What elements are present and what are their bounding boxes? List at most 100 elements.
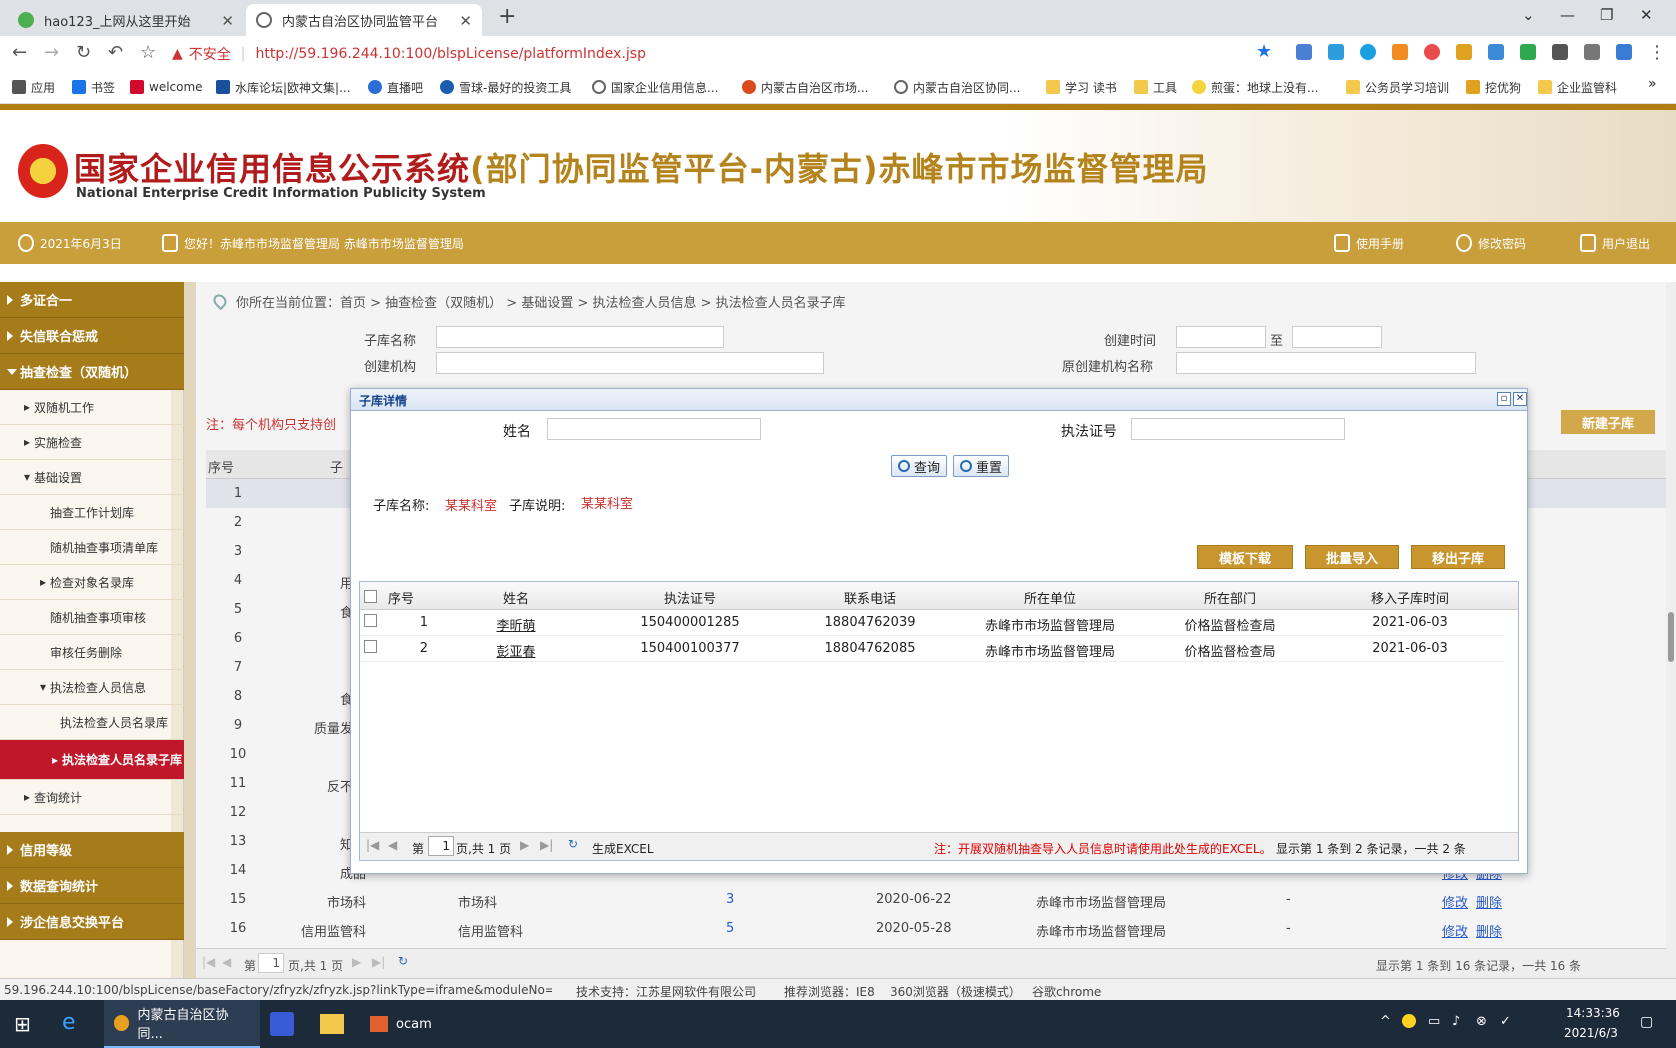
- row-checkbox[interactable]: [364, 614, 377, 627]
- tray-app-icon[interactable]: [1402, 1014, 1416, 1028]
- delete-link[interactable]: 删除: [1476, 921, 1502, 940]
- sidebar-item-xinyong[interactable]: 信用等级: [0, 832, 184, 868]
- bookmark-item[interactable]: 直播吧: [368, 76, 423, 98]
- filter-date-from-input[interactable]: [1176, 326, 1266, 348]
- logout-link[interactable]: 用户退出: [1580, 234, 1650, 252]
- next-page-icon[interactable]: ▶: [520, 838, 529, 852]
- windows-start-icon[interactable]: ⊞: [14, 1012, 31, 1036]
- volume-icon[interactable]: ♪: [1452, 1014, 1460, 1029]
- extension-icon[interactable]: [1328, 44, 1344, 60]
- sidebar-item-jihuaku[interactable]: 抽查工作计划库: [0, 495, 184, 530]
- sidebar-item-minglu[interactable]: 执法检查人员名录库: [0, 705, 184, 740]
- edge-icon[interactable]: e: [62, 1010, 76, 1035]
- maximize-icon[interactable]: ▫: [1497, 392, 1511, 406]
- reload-icon[interactable]: ↻: [76, 42, 91, 63]
- filter-creator-org-input[interactable]: [436, 352, 824, 374]
- sidebar-item-ziku[interactable]: ▸ 执法检查人员名录子库: [0, 740, 184, 780]
- back-icon[interactable]: ←: [12, 42, 27, 63]
- bookmark-item[interactable]: 水库论坛|欧神文集|...: [216, 76, 351, 98]
- undo-icon[interactable]: ↶: [108, 42, 123, 63]
- last-page-icon[interactable]: ▶|: [372, 955, 385, 969]
- sidebar-item-duozheng[interactable]: 多证合一: [0, 282, 184, 318]
- generate-excel-button[interactable]: 生成EXCEL: [592, 840, 654, 857]
- sidebar-item-jichushezhi[interactable]: ▾ 基础设置: [0, 460, 184, 495]
- download-icon[interactable]: [1520, 44, 1536, 60]
- first-page-icon[interactable]: |◀: [202, 955, 215, 969]
- filter-orig-org-input[interactable]: [1176, 352, 1476, 374]
- url-text[interactable]: http://59.196.244.10:100/blspLicense/pla…: [256, 46, 646, 62]
- maximize-icon[interactable]: ❐: [1600, 6, 1613, 24]
- row-count[interactable]: 3: [726, 892, 734, 907]
- taskbar-ocam-app[interactable]: ocam: [360, 1000, 450, 1048]
- close-icon[interactable]: ✕: [221, 12, 234, 30]
- bookmark-star-icon[interactable]: ★: [1256, 41, 1272, 62]
- notification-icon[interactable]: ▢: [1640, 1014, 1653, 1030]
- remove-from-library-button[interactable]: 移出子库: [1411, 545, 1505, 569]
- row-checkbox[interactable]: [364, 640, 377, 653]
- table-row[interactable]: 15 市场科 市场科 3 2020-06-22 赤峰市市场监督管理局 - 修改 删除: [206, 885, 1666, 914]
- bookmark-item[interactable]: 煎蛋：地球上没有...: [1192, 76, 1318, 98]
- network-icon[interactable]: ▭: [1428, 1014, 1440, 1029]
- sidebar-item-shixin[interactable]: 失信联合惩戒: [0, 318, 184, 354]
- bookmark-item[interactable]: 雪球-最好的投资工具: [440, 76, 571, 98]
- sidebar-item-chaxun[interactable]: ▸ 查询统计: [0, 780, 184, 815]
- next-page-icon[interactable]: ▶: [352, 955, 361, 969]
- edit-link[interactable]: 修改: [1442, 892, 1468, 911]
- delete-link[interactable]: 删除: [1476, 892, 1502, 911]
- first-page-icon[interactable]: |◀: [366, 838, 379, 852]
- forward-icon[interactable]: →: [44, 42, 59, 63]
- table-row[interactable]: 16 信用监管科 信用监管科 5 2020-05-28 赤峰市市场监督管理局 - 修改 删除: [206, 914, 1666, 943]
- window-close-icon[interactable]: ✕: [1640, 6, 1653, 24]
- bookmark-folder[interactable]: 企业监管科: [1538, 76, 1617, 98]
- address-bar[interactable]: ▲ 不安全 | http://59.196.244.10:100/blspLic…: [172, 39, 1264, 69]
- sidebar-item-choucha[interactable]: 抽查检查（双随机）: [0, 354, 184, 390]
- table-row[interactable]: 2 彭亚春 150400100377 18804762085 赤峰市市场监督管理…: [360, 636, 1504, 662]
- edit-link[interactable]: 修改: [1442, 921, 1468, 940]
- bookmark-folder[interactable]: 学习 读书: [1046, 76, 1117, 98]
- tray-chevron-icon[interactable]: ^: [1380, 1014, 1391, 1029]
- page-scrollbar[interactable]: [1666, 282, 1676, 978]
- sidebar-item-shuangsuiji[interactable]: ▸ 双随机工作: [0, 390, 184, 425]
- dialog-close-icon[interactable]: ✕: [1513, 392, 1527, 406]
- sidebar-item-shanchu[interactable]: 审核任务删除: [0, 635, 184, 670]
- bookmark-folder[interactable]: 公务员学习培训: [1346, 76, 1449, 98]
- star-icon[interactable]: ☆: [140, 42, 156, 63]
- bookmark-item[interactable]: 内蒙古自治区协同...: [894, 76, 1020, 98]
- last-page-icon[interactable]: ▶|: [540, 838, 553, 852]
- sidebar-item-shishi[interactable]: ▸ 实施检查: [0, 425, 184, 460]
- sidebar-item-shenhe[interactable]: 随机抽查事项审核: [0, 600, 184, 635]
- bookmark-item[interactable]: 书签: [72, 76, 115, 98]
- bookmark-item[interactable]: 国家企业信用信息...: [592, 76, 718, 98]
- refresh-icon[interactable]: ↻: [568, 837, 578, 851]
- extension-icon[interactable]: [1424, 44, 1440, 60]
- sidebar-item-duixiangku[interactable]: ▸ 检查对象名录库: [0, 565, 184, 600]
- minimize-icon[interactable]: —: [1560, 6, 1575, 24]
- apps-icon[interactable]: [1552, 44, 1568, 60]
- translate-icon[interactable]: [1296, 44, 1312, 60]
- change-password-link[interactable]: 修改密码: [1456, 234, 1526, 252]
- scrollbar-thumb[interactable]: [1668, 612, 1674, 662]
- crop-icon[interactable]: [1584, 44, 1600, 60]
- sidebar-item-renyuan[interactable]: ▾ 执法检查人员信息: [0, 670, 184, 705]
- extension-icon[interactable]: [1392, 44, 1408, 60]
- query-button[interactable]: 查询: [891, 455, 948, 477]
- download-badge-icon[interactable]: [1616, 44, 1632, 60]
- prev-page-icon[interactable]: ◀: [222, 955, 231, 969]
- tab-platform[interactable]: 内蒙古自治区协同监管平台 ✕: [246, 4, 482, 36]
- cert-input[interactable]: [1131, 418, 1345, 440]
- reset-button[interactable]: 重置: [953, 455, 1010, 477]
- bookmark-item[interactable]: 挖优狗: [1466, 76, 1521, 98]
- tab-hao123[interactable]: hao123_上网从这里开始 ✕: [8, 4, 244, 36]
- extension-icon[interactable]: [1488, 44, 1504, 60]
- name-input[interactable]: [547, 418, 761, 440]
- page-number-input[interactable]: 1: [428, 836, 454, 856]
- person-name-link[interactable]: 李昕萌: [432, 615, 600, 634]
- taskbar-chrome-app[interactable]: 内蒙古自治区协同...: [104, 1000, 260, 1048]
- file-explorer-icon[interactable]: [320, 1014, 344, 1034]
- bookmark-apps[interactable]: 应用: [12, 76, 55, 98]
- more-bookmarks-icon[interactable]: »: [1648, 76, 1657, 92]
- prev-page-icon[interactable]: ◀: [388, 838, 397, 852]
- new-sublibrary-button[interactable]: 新建子库: [1561, 410, 1655, 434]
- new-tab-icon[interactable]: +: [498, 4, 516, 29]
- action-center-icon[interactable]: ✓: [1500, 1014, 1511, 1029]
